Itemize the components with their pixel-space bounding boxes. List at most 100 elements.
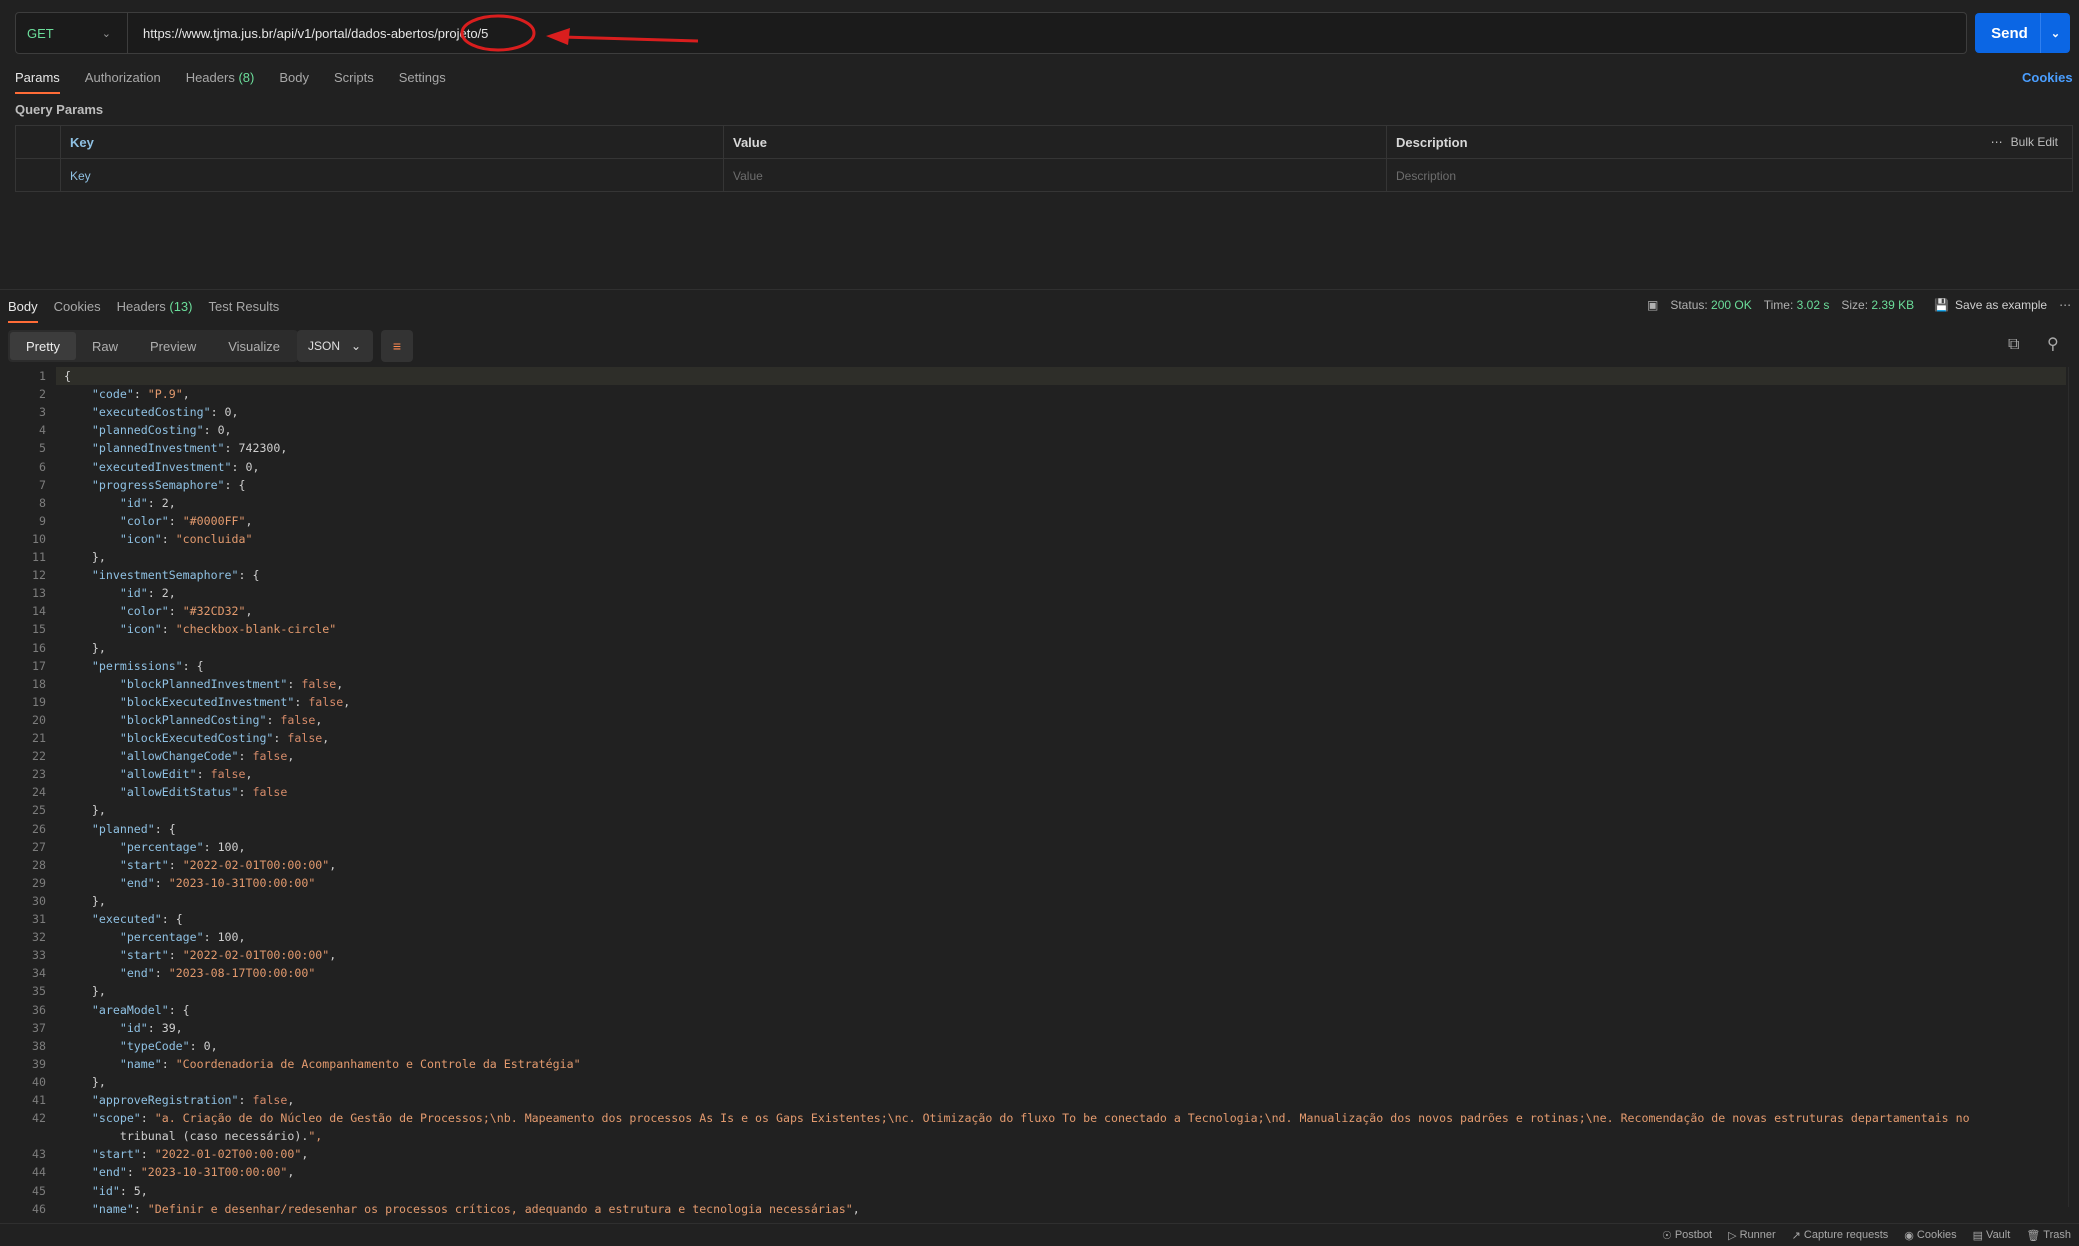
- value-input[interactable]: Value: [724, 159, 1387, 192]
- method-select[interactable]: GET ⌄: [16, 13, 128, 53]
- save-as-example-button[interactable]: 💾 Save as example: [1934, 298, 2047, 312]
- status-label: Status:: [1670, 298, 1708, 312]
- view-raw[interactable]: Raw: [76, 332, 134, 360]
- code-line: "start": "2022-02-01T00:00:00",: [119, 857, 337, 872]
- more-options-icon[interactable]: ⋯: [2059, 298, 2071, 312]
- tab-settings[interactable]: Settings: [399, 70, 446, 94]
- send-dropdown-chevron-icon[interactable]: ⌄: [2040, 13, 2070, 53]
- view-preview[interactable]: Preview: [134, 332, 212, 360]
- line-number: 31: [32, 912, 46, 926]
- tab-headers[interactable]: Headers (8): [186, 70, 255, 94]
- size-info: Size: 2.39 KB: [1841, 298, 1914, 312]
- line-number: 32: [32, 930, 46, 945]
- current-line-highlight: [56, 367, 2066, 385]
- tab-label: Test Results: [208, 299, 280, 314]
- time-info: Time: 3.02 s: [1764, 298, 1830, 312]
- code-line: "allowEdit": false,: [119, 767, 253, 782]
- description-header-cell: Description ⋯ Bulk Edit: [1387, 126, 2072, 158]
- cookies-link[interactable]: Cookies: [2022, 70, 2073, 85]
- format-select[interactable]: JSON ⌄: [297, 330, 373, 362]
- editor-scrollbar[interactable]: [2068, 367, 2074, 1207]
- description-input[interactable]: Description: [1387, 159, 2072, 192]
- line-number: 9: [39, 513, 46, 528]
- wrap-lines-icon[interactable]: ≡: [381, 330, 413, 362]
- footer-label: Vault: [1986, 1229, 2011, 1241]
- line-number: 16: [32, 640, 46, 655]
- runner-icon: ▷: [1728, 1229, 1737, 1242]
- code-line: "name": "Definir e desenhar/redesenhar o…: [91, 1201, 860, 1216]
- tab-test-results[interactable]: Test Results: [209, 299, 280, 323]
- line-number: 46: [32, 1201, 46, 1216]
- line-number: 17: [32, 658, 46, 673]
- code-line: "end": "2023-08-17T00:00:00": [119, 966, 316, 981]
- chevron-down-icon: ⌄: [101, 27, 111, 40]
- line-number: 42: [32, 1111, 46, 1126]
- code-line: "code": "P.9",: [91, 387, 190, 402]
- line-number: 19: [32, 694, 46, 709]
- line-number: 45: [32, 1183, 46, 1198]
- tab-count: (13): [169, 299, 193, 314]
- code-line: "allowChangeCode": false,: [119, 749, 295, 764]
- tab-response-cookies[interactable]: Cookies: [54, 299, 101, 323]
- code-line: "plannedCosting": 0,: [91, 423, 232, 438]
- line-number: 11: [32, 550, 46, 564]
- tab-response-headers[interactable]: Headers (13): [117, 299, 193, 323]
- tab-scripts[interactable]: Scripts: [334, 70, 374, 94]
- tab-response-body[interactable]: Body: [8, 299, 38, 323]
- line-number: 29: [32, 875, 46, 890]
- row-checkbox[interactable]: [16, 159, 61, 192]
- tab-label: Cookies: [53, 299, 101, 314]
- tab-label: Body: [279, 70, 309, 85]
- status-info: Status: 200 OK: [1670, 298, 1751, 312]
- code-line: },: [64, 1074, 106, 1089]
- tab-label: Params: [15, 70, 60, 85]
- line-number: 7: [39, 477, 46, 492]
- footer-postbot[interactable]: ☉ Postbot: [1662, 1229, 1712, 1242]
- url-input[interactable]: https://www.tjma.jus.br/api/v1/portal/da…: [128, 26, 488, 41]
- status-footer: ☉ Postbot ▷ Runner ↗ Capture requests ◉ Cook…: [0, 1223, 2079, 1246]
- line-number: 3: [39, 405, 46, 420]
- line-number: 38: [32, 1038, 46, 1053]
- code-line: "executed": {: [91, 912, 183, 926]
- footer-vault[interactable]: ▤ Vault: [1973, 1229, 2011, 1242]
- line-number: 20: [32, 712, 46, 727]
- time-value: 3.02 s: [1796, 298, 1830, 312]
- value-header: Value: [724, 126, 1387, 158]
- response-code-editor[interactable]: 1 {2 "code": "P.9", 3 "executedCosting": 0…: [0, 367, 2079, 1216]
- search-icon[interactable]: ⚲: [2047, 334, 2059, 354]
- code-line: "executedCosting": 0,: [91, 405, 239, 420]
- code-line: "progressSemaphore": {: [91, 477, 246, 492]
- capture-icon: ↗: [1791, 1229, 1801, 1242]
- copy-icon[interactable]: ⧉: [2008, 336, 2019, 354]
- footer-capture[interactable]: ↗ Capture requests: [1792, 1229, 1889, 1242]
- code-line: },: [64, 640, 106, 655]
- code-line: "start": "2022-01-02T00:00:00",: [91, 1147, 309, 1162]
- send-button[interactable]: Send ⌄: [1975, 13, 2070, 53]
- tab-count: (8): [238, 70, 255, 85]
- view-visualize[interactable]: Visualize: [212, 332, 296, 360]
- line-number: 22: [32, 749, 46, 764]
- network-icon[interactable]: ▣: [1647, 298, 1658, 312]
- code-line: "allowEditStatus": false: [119, 785, 288, 800]
- key-input[interactable]: Key: [61, 159, 724, 192]
- footer-runner[interactable]: ▷ Runner: [1728, 1229, 1776, 1242]
- footer-trash[interactable]: 🗑 Trash: [2026, 1229, 2071, 1242]
- status-value: 200 OK: [1711, 298, 1752, 312]
- line-number: 18: [32, 676, 46, 691]
- line-number: 44: [32, 1165, 46, 1180]
- tab-authorization[interactable]: Authorization: [85, 70, 161, 94]
- footer-label: Trash: [2043, 1229, 2071, 1241]
- view-pretty[interactable]: Pretty: [10, 332, 76, 360]
- footer-cookies[interactable]: ◉ Cookies: [1904, 1229, 1956, 1242]
- tab-body[interactable]: Body: [279, 70, 309, 94]
- tab-params[interactable]: Params: [15, 70, 60, 94]
- tab-label: Body: [8, 299, 38, 314]
- code-line: },: [64, 893, 106, 908]
- footer-label: Runner: [1739, 1229, 1776, 1241]
- bulk-edit-button[interactable]: ⋯ Bulk Edit: [1991, 135, 2058, 149]
- cookie-icon: ◉: [1904, 1229, 1914, 1242]
- response-divider[interactable]: [0, 289, 2079, 290]
- more-icon[interactable]: ⋯: [1991, 135, 2003, 149]
- code-line: "icon": "checkbox-blank-circle": [119, 622, 337, 637]
- code-line: "blockPlannedCosting": false,: [119, 712, 323, 727]
